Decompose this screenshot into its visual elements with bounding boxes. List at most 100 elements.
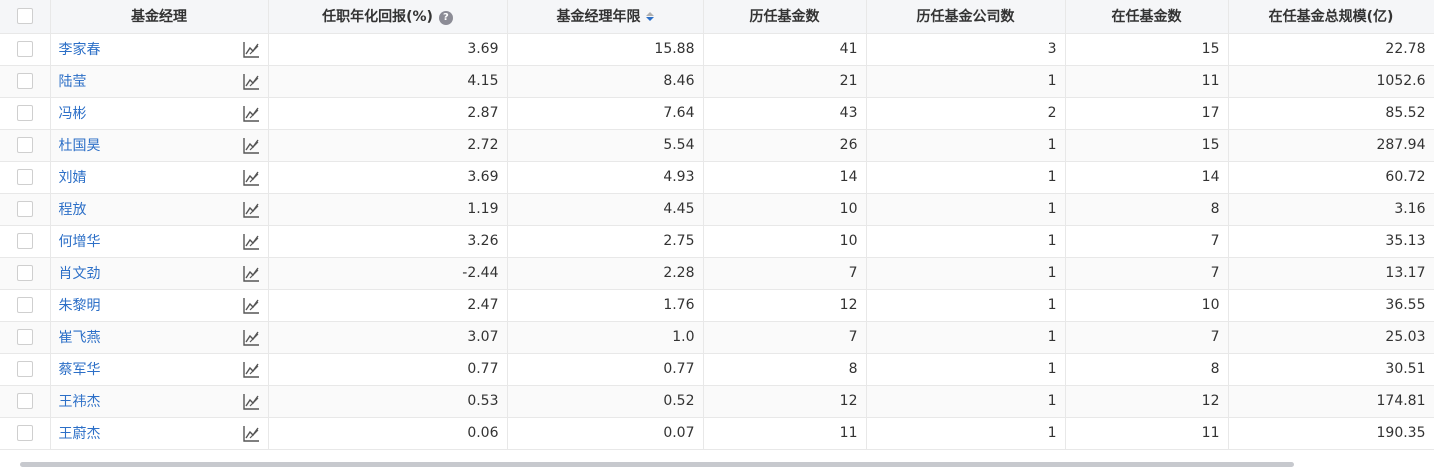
row-checkbox[interactable] [16,393,33,409]
annual-return-cell: 4.15 [268,65,508,98]
manager-name-link[interactable]: 何增华 [59,234,101,250]
line-chart-icon[interactable] [242,361,260,379]
manager-name-link[interactable]: 冯彬 [59,106,87,122]
row-checkbox[interactable] [16,233,33,249]
annual-return-cell: 3.07 [268,321,508,354]
row-checkbox[interactable] [16,361,33,377]
manager-name-link[interactable]: 杜国昊 [59,138,101,154]
tenure-cell: 7.64 [507,97,704,130]
line-chart-icon[interactable] [242,265,260,283]
companies-cell: 1 [866,321,1066,354]
companies-cell: 1 [866,289,1066,322]
row-select-cell [0,321,51,354]
manager-name-link[interactable]: 王蔚杰 [59,426,101,442]
line-chart-icon[interactable] [242,169,260,187]
row-checkbox[interactable] [16,329,33,345]
line-chart-icon[interactable] [242,41,260,59]
line-chart-icon[interactable] [242,105,260,123]
header-aum[interactable]: 在任基金总规模(亿) [1228,0,1434,34]
funds-current-cell: 11 [1065,65,1229,98]
line-chart-icon[interactable] [242,73,260,91]
funds-history-cell: 12 [703,289,867,322]
funds-history-cell: 14 [703,161,867,194]
companies-cell: 1 [866,257,1066,290]
manager-name-link[interactable]: 崔飞燕 [59,330,101,346]
header-funds-current[interactable]: 在任基金数 [1065,0,1229,34]
header-funds-history[interactable]: 历任基金数 [703,0,867,34]
header-funds-current-label: 在任基金数 [1111,9,1182,26]
table-row: 程放 1.19 4.45 10 1 8 3.16 [0,193,1434,226]
line-chart-icon[interactable] [242,393,260,411]
funds-current-cell: 7 [1065,225,1229,258]
table-row: 朱黎明 2.47 1.76 12 1 10 36.55 [0,289,1434,322]
tenure-cell: 2.28 [507,257,704,290]
funds-history-cell: 7 [703,321,867,354]
row-checkbox[interactable] [16,105,33,121]
table-row: 陆莹 4.15 8.46 21 1 11 1052.6 [0,65,1434,98]
aum-cell: 3.16 [1228,193,1434,226]
line-chart-icon[interactable] [242,297,260,315]
row-checkbox[interactable] [16,297,33,313]
header-companies[interactable]: 历任基金公司数 [866,0,1066,34]
tenure-cell: 15.88 [507,33,704,66]
annual-return-cell: 3.26 [268,225,508,258]
aum-cell: 85.52 [1228,97,1434,130]
header-manager[interactable]: 基金经理 [50,0,269,34]
manager-name-link[interactable]: 陆莹 [59,74,87,90]
row-checkbox[interactable] [16,265,33,281]
row-checkbox[interactable] [16,137,33,153]
aum-cell: 1052.6 [1228,65,1434,98]
header-annual-return[interactable]: 任职年化回报(%)? [268,0,508,34]
fund-manager-table-container: 基金经理 任职年化回报(%)? 基金经理年限 历任基金数 历任基金公司数 在任基… [0,0,1434,467]
header-manager-label: 基金经理 [131,9,187,26]
companies-cell: 1 [866,385,1066,418]
manager-name-link[interactable]: 程放 [59,202,87,218]
funds-history-cell: 26 [703,129,867,162]
row-select-cell [0,257,51,290]
line-chart-icon[interactable] [242,201,260,219]
manager-cell: 王祎杰 [50,385,269,418]
manager-name-link[interactable]: 蔡军华 [59,362,101,378]
companies-cell: 1 [866,417,1066,450]
table-row: 王祎杰 0.53 0.52 12 1 12 174.81 [0,385,1434,418]
line-chart-icon[interactable] [242,329,260,347]
question-circle-icon[interactable]: ? [438,10,453,25]
manager-cell: 程放 [50,193,269,226]
row-checkbox[interactable] [16,169,33,185]
row-checkbox[interactable] [16,201,33,217]
companies-cell: 1 [866,65,1066,98]
funds-current-cell: 10 [1065,289,1229,322]
horizontal-scrollbar[interactable] [20,462,1294,467]
manager-name-link[interactable]: 肖文劲 [59,266,101,282]
line-chart-icon[interactable] [242,137,260,155]
funds-history-cell: 11 [703,417,867,450]
manager-name-link[interactable]: 刘婧 [59,170,87,186]
header-companies-label: 历任基金公司数 [916,9,1015,26]
table-header: 基金经理 任职年化回报(%)? 基金经理年限 历任基金数 历任基金公司数 在任基… [0,0,1434,34]
header-tenure[interactable]: 基金经理年限 [507,0,704,34]
header-tenure-label: 基金经理年限 [556,9,641,26]
manager-cell: 刘婧 [50,161,269,194]
manager-name-link[interactable]: 王祎杰 [59,394,101,410]
select-all-checkbox[interactable] [16,8,33,25]
row-checkbox[interactable] [16,73,33,89]
line-chart-icon[interactable] [242,233,260,251]
row-select-cell [0,353,51,386]
row-checkbox[interactable] [16,41,33,57]
funds-history-cell: 8 [703,353,867,386]
line-chart-icon[interactable] [242,425,260,443]
header-row: 基金经理 任职年化回报(%)? 基金经理年限 历任基金数 历任基金公司数 在任基… [0,0,1434,34]
manager-name-link[interactable]: 李家春 [59,42,101,58]
select-all-cell [0,0,51,34]
manager-name-link[interactable]: 朱黎明 [59,298,101,314]
annual-return-cell: 0.06 [268,417,508,450]
companies-cell: 1 [866,193,1066,226]
row-checkbox[interactable] [16,425,33,441]
funds-history-cell: 10 [703,193,867,226]
manager-cell: 肖文劲 [50,257,269,290]
row-select-cell [0,193,51,226]
tenure-cell: 0.07 [507,417,704,450]
aum-cell: 25.03 [1228,321,1434,354]
tenure-cell: 4.45 [507,193,704,226]
table-row: 蔡军华 0.77 0.77 8 1 8 30.51 [0,353,1434,386]
